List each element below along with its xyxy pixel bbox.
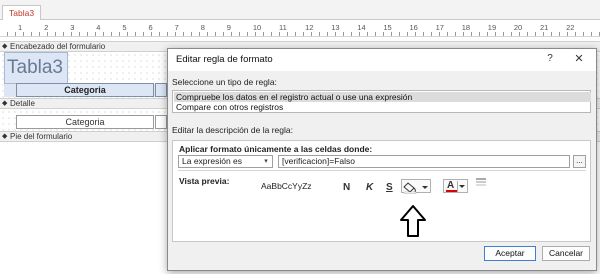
ruler-number: 2 (44, 23, 49, 32)
header-label-second[interactable] (155, 83, 167, 97)
chevron-down-icon: ▾ (264, 158, 268, 165)
ruler-number: 10 (252, 23, 262, 32)
section-marker-icon: ◆ (2, 133, 8, 140)
close-button[interactable]: ✕ (572, 52, 586, 66)
ruler-number: 20 (513, 23, 523, 32)
ruler-number: 14 (357, 23, 366, 32)
bold-button[interactable]: N (343, 182, 350, 193)
rule-type-item-expression[interactable]: Compruebe los datos en el registro actua… (174, 92, 591, 102)
fill-color-button[interactable] (401, 179, 431, 194)
section-label-header: Encabezado del formulario (10, 42, 106, 51)
ruler-number: 6 (148, 23, 153, 32)
rule-type-list[interactable]: Compruebe los datos en el registro actua… (172, 90, 591, 113)
ruler-number: 18 (461, 23, 471, 32)
expression-builder-button[interactable]: ... (573, 155, 586, 168)
ruler-number: 7 (174, 23, 179, 32)
ruler-number: 9 (226, 23, 231, 32)
ruler-number: 17 (435, 23, 444, 32)
preview-row: Vista previa: AaBbCcYyZz N K S A (173, 171, 590, 242)
font-color-dropdown[interactable] (457, 181, 467, 192)
ruler-number: 12 (305, 23, 314, 32)
cancel-button[interactable]: Cancelar (542, 246, 590, 261)
ruler-number: 3 (70, 23, 75, 32)
document-tab-bar: Tabla3 (0, 0, 600, 20)
section-marker-icon: ◆ (2, 43, 8, 50)
font-color-button[interactable]: A (443, 179, 468, 193)
paint-bucket-icon (403, 182, 428, 194)
header-label-categoria[interactable]: Categoria (16, 83, 154, 97)
ruler-number: 15 (383, 23, 392, 32)
expression-input[interactable]: [verificacion]=Falso (278, 155, 570, 168)
underline-button[interactable]: S (386, 182, 393, 193)
format-lines-icon (476, 178, 486, 186)
ruler-number: 4 (96, 23, 101, 32)
ruler-number: 13 (331, 23, 340, 32)
help-button[interactable]: ? (544, 53, 556, 67)
apply-format-label: Aplicar formato únicamente a las celdas … (179, 144, 373, 154)
ruler-number: 11 (279, 23, 287, 32)
form-title-label[interactable]: Tabla3 (4, 52, 68, 84)
ruler-number: 5 (122, 23, 127, 32)
up-arrow-annotation-icon (400, 205, 426, 237)
document-tab[interactable]: Tabla3 (2, 5, 42, 20)
condition-combo-value: La expresión es (182, 156, 243, 166)
preview-label: Vista previa: (179, 176, 230, 186)
rule-description-label: Editar la descripción de la regla: (172, 125, 293, 135)
ruler-number: 19 (487, 23, 497, 32)
preview-sample-text: AaBbCcYyZz (261, 181, 312, 191)
section-label-footer: Pie del formulario (10, 132, 73, 141)
section-label-detail: Detalle (10, 99, 35, 108)
ruler-number: 16 (409, 23, 418, 32)
dialog-titlebar: Editar regla de formato ? ✕ (168, 49, 596, 71)
edit-format-rule-dialog: Editar regla de formato ? ✕ Seleccione u… (167, 48, 597, 271)
condition-combo[interactable]: La expresión es ▾ (178, 155, 273, 168)
chevron-down-icon (459, 185, 465, 188)
section-marker-icon: ◆ (2, 100, 8, 107)
ruler-number: 1 (18, 23, 23, 32)
italic-button[interactable]: K (366, 182, 373, 193)
rule-type-label: Seleccione un tipo de regla: (172, 77, 277, 87)
detail-textbox-categoria[interactable]: Categoria (16, 115, 154, 129)
ruler-number: 8 (200, 23, 205, 32)
accept-button[interactable]: Aceptar (484, 246, 536, 261)
font-color-bar (446, 190, 457, 192)
horizontal-ruler: 1 2 3 4 5 6 7 8 9 10 11 12 13 14 15 16 17 18 19 20 21 22 (0, 21, 600, 37)
ruler-number: 21 (540, 23, 549, 32)
dialog-title: Editar regla de formato (176, 54, 273, 65)
detail-textbox-second[interactable] (155, 115, 167, 129)
ruler-number: 22 (566, 23, 575, 32)
rule-type-item-compare[interactable]: Compare con otros registros (174, 102, 591, 112)
rule-description-panel: Aplicar formato únicamente a las celdas … (172, 140, 591, 242)
